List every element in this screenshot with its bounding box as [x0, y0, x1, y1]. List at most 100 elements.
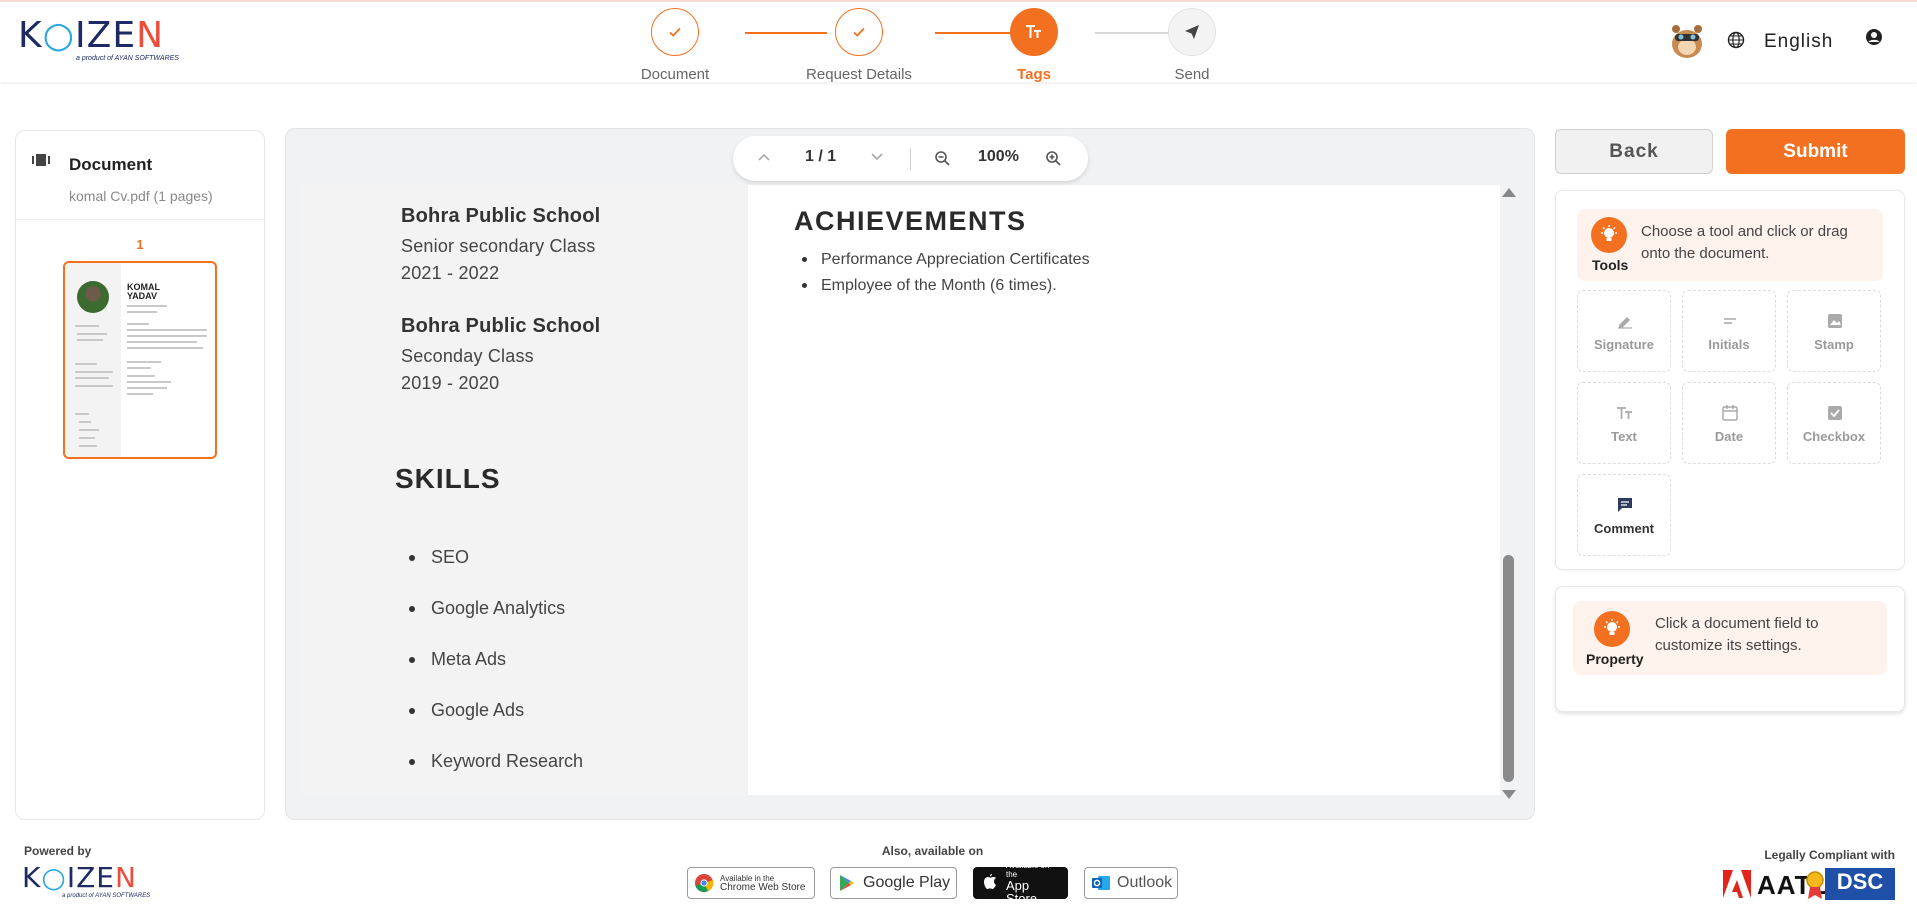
- store-name: Outlook: [1117, 874, 1173, 891]
- progress-stepper: Document Request Details Tags Send: [641, 8, 1262, 83]
- skill-item: Keyword Research: [408, 751, 584, 771]
- text-size-icon: [1010, 8, 1058, 56]
- check-icon: [651, 8, 699, 56]
- document-pages-icon: [32, 154, 50, 166]
- document-page[interactable]: Bohra Public School Senior secondary Cla…: [300, 185, 1500, 795]
- skills-heading: SKILLS: [395, 463, 501, 494]
- tool-signature[interactable]: Signature: [1577, 290, 1671, 372]
- dsc-text: DSC: [1825, 868, 1895, 900]
- property-hint-title: Property: [1586, 651, 1644, 667]
- education-class: Senior secondary Class: [401, 236, 596, 256]
- send-icon: [1168, 8, 1216, 56]
- skill-item: SEO: [408, 547, 470, 567]
- comment-icon: [1618, 498, 1632, 512]
- tools-panel: Tools Choose a tool and click or drag on…: [1555, 190, 1905, 570]
- text-icon: [1617, 407, 1632, 419]
- zoom-in-icon[interactable]: [1045, 150, 1062, 167]
- tools-hint-title: Tools: [1592, 257, 1629, 273]
- top-header: K○IZEN a product of AYAN SOFTWARES Docum…: [0, 0, 1917, 83]
- thumbnail-page-number: 1: [136, 237, 144, 252]
- tools-hint: Tools Choose a tool and click or drag on…: [1577, 209, 1883, 281]
- back-button[interactable]: Back: [1555, 129, 1713, 174]
- tool-comment[interactable]: Comment: [1577, 474, 1671, 556]
- skill-item: Google Ads: [408, 700, 525, 720]
- app-store-badge[interactable]: Available on the App Store: [973, 861, 1068, 905]
- adobe-icon: [1723, 870, 1751, 898]
- page-indicator: 1 / 1: [805, 148, 837, 165]
- zoom-out-icon[interactable]: [934, 150, 951, 167]
- tool-label: Date: [1714, 429, 1744, 444]
- submit-button[interactable]: Submit: [1726, 129, 1905, 174]
- tool-label: Checkbox: [1802, 429, 1866, 444]
- scroll-down-arrow[interactable]: [1502, 790, 1516, 799]
- stamp-icon: [1828, 314, 1842, 328]
- tool-label: Comment: [1594, 521, 1654, 536]
- outlook-icon: [1092, 876, 1110, 890]
- step-label: Send: [1174, 66, 1210, 83]
- zoom-level: 100%: [978, 148, 1019, 165]
- education-years: 2019 - 2020: [401, 373, 500, 393]
- achievements-heading: ACHIEVEMENTS: [794, 206, 1027, 236]
- profile-photo: [77, 281, 109, 313]
- thumbnail-name: KOMAL YADAV: [127, 282, 160, 301]
- globe-icon[interactable]: [1727, 31, 1745, 49]
- tool-date[interactable]: Date: [1682, 382, 1776, 464]
- education-class: Seconday Class: [401, 346, 534, 366]
- store-name: App Store: [1006, 878, 1038, 906]
- kaizen-logo[interactable]: K○IZEN a product of AYAN SOFTWARES: [18, 18, 179, 66]
- education-school: Bohra Public School: [401, 315, 601, 337]
- viewer-toolbar: 1 / 1 100%: [733, 136, 1088, 181]
- tool-initials[interactable]: Initials: [1682, 290, 1776, 372]
- also-available-label: Also, available on: [881, 844, 984, 858]
- scrollbar-thumb[interactable]: [1503, 555, 1514, 782]
- skill-item: Meta Ads: [408, 649, 507, 669]
- tools-hint-text: Choose a tool and click or drag onto the…: [1641, 223, 1848, 262]
- step-request-details[interactable]: Request Details: [779, 8, 939, 83]
- tool-label: Initials: [1708, 337, 1750, 352]
- divider: [910, 148, 911, 170]
- outlook-badge[interactable]: Outlook: [1084, 867, 1178, 899]
- achievement-item: Employee of the Month (6 times).: [802, 277, 1057, 294]
- chrome-web-store-badge[interactable]: Available in the Chrome Web Store: [687, 867, 815, 899]
- step-document[interactable]: Document: [605, 8, 745, 83]
- chevron-down-icon[interactable]: [870, 152, 884, 162]
- store-small-text: Available on the: [1006, 861, 1050, 879]
- scroll-up-arrow[interactable]: [1502, 188, 1516, 197]
- divider: [16, 219, 264, 220]
- document-filename: komal Cv.pdf (1 pages): [69, 188, 213, 204]
- store-name: Google Play: [863, 874, 951, 891]
- property-panel: Property Click a document field to custo…: [1555, 586, 1905, 712]
- google-play-icon: [840, 875, 854, 891]
- tool-label: Stamp: [1814, 337, 1854, 352]
- initials-icon: [1724, 318, 1736, 324]
- google-play-badge[interactable]: Google Play: [830, 867, 957, 899]
- chrome-icon: [695, 874, 714, 892]
- legally-compliant-label: Legally Compliant with: [1764, 848, 1895, 862]
- language-selector[interactable]: English: [1764, 31, 1833, 53]
- tool-stamp[interactable]: Stamp: [1787, 290, 1881, 372]
- logo-tagline: a product of AYAN SOFTWARES: [62, 893, 151, 899]
- checkbox-icon: [1828, 406, 1842, 420]
- user-avatar[interactable]: [1668, 20, 1706, 60]
- step-send[interactable]: Send: [1122, 8, 1262, 83]
- user-account-icon[interactable]: [1865, 28, 1883, 46]
- education-years: 2021 - 2022: [401, 263, 500, 283]
- property-hint: Property Click a document field to custo…: [1573, 601, 1887, 675]
- page-thumbnail[interactable]: KOMAL YADAV: [63, 261, 217, 459]
- aatl-dsc-badge: AATL DSC: [1721, 868, 1896, 900]
- store-name: Chrome Web Store: [720, 882, 806, 893]
- step-label: Tags: [1017, 66, 1051, 83]
- education-school: Bohra Public School: [401, 205, 601, 227]
- lightbulb-icon: [1594, 611, 1630, 647]
- step-tags[interactable]: Tags: [964, 8, 1104, 83]
- signature-icon: [1618, 317, 1632, 329]
- medal-icon: [1806, 871, 1824, 899]
- check-icon: [835, 8, 883, 56]
- footer-kaizen-logo[interactable]: K○IZEN a product of AYAN SOFTWARES: [22, 864, 151, 900]
- chevron-up-icon[interactable]: [757, 152, 771, 162]
- tool-label: Text: [1611, 429, 1637, 444]
- property-hint-text: Click a document field to customize its …: [1655, 615, 1819, 654]
- calendar-icon: [1722, 405, 1738, 421]
- tool-checkbox[interactable]: Checkbox: [1787, 382, 1881, 464]
- tool-text[interactable]: Text: [1577, 382, 1671, 464]
